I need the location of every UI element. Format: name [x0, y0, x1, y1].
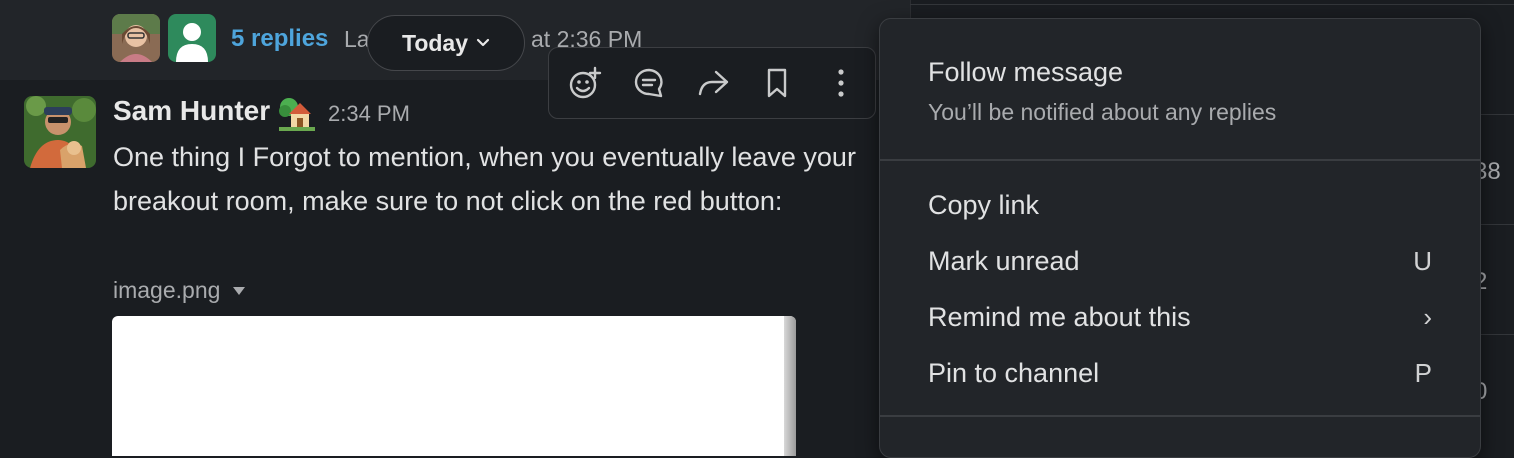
sender-avatar[interactable] [24, 96, 96, 168]
menu-divider [880, 415, 1480, 417]
last-reply-prefix: La [344, 26, 370, 52]
follow-message-title: Follow message [928, 57, 1124, 87]
save-for-later-button[interactable] [759, 65, 795, 101]
menu-divider [880, 159, 1480, 161]
follow-message-description: You’ll be notified about any replies [928, 99, 1277, 125]
reply-avatar-1 [112, 14, 160, 62]
menu-item-shortcut: U [1413, 245, 1432, 276]
more-actions-button[interactable] [823, 65, 859, 101]
menu-item-label: Copy link [928, 189, 1040, 220]
reply-in-thread-button[interactable] [631, 65, 667, 101]
reply-avatar-2 [168, 14, 216, 62]
more-actions-icon [838, 69, 844, 97]
sidebar-divider [910, 4, 1514, 5]
bookmark-icon [767, 68, 787, 98]
menu-item-remind-me[interactable]: Remind me about this › [928, 294, 1432, 340]
attachment-image[interactable] [112, 316, 796, 456]
reply-in-thread-icon [634, 68, 663, 98]
date-divider-label: Today [401, 29, 469, 56]
caret-down-icon [233, 286, 246, 295]
message-context-menu: Follow message You’ll be notified about … [879, 18, 1481, 458]
date-divider-button[interactable]: Today [367, 15, 525, 71]
menu-item-mark-unread[interactable]: Mark unread U [928, 238, 1432, 284]
add-reaction-icon [569, 66, 602, 99]
message-timestamp[interactable]: 2:34 PM [328, 101, 410, 127]
house-with-garden-icon[interactable] [279, 95, 315, 131]
chevron-down-icon [476, 38, 490, 47]
attachment-filename: image.png [113, 277, 221, 303]
menu-item-copy-link[interactable]: Copy link [928, 182, 1432, 228]
menu-item-label: Pin to channel [928, 357, 1100, 388]
image-edge [784, 316, 796, 456]
message-text: One thing I Forgot to mention, when you … [113, 142, 856, 216]
attachment-header[interactable]: image.png [113, 277, 246, 304]
menu-item-shortcut: P [1414, 357, 1432, 388]
menu-item-pin-to-channel[interactable]: Pin to channel P [928, 350, 1432, 396]
sender-name[interactable]: Sam Hunter [113, 95, 270, 127]
share-forward-icon [698, 70, 729, 96]
share-message-button[interactable] [695, 65, 731, 101]
menu-item-label: Mark unread [928, 245, 1080, 276]
menu-item-label: Remind me about this [928, 301, 1191, 332]
add-reaction-button[interactable] [567, 65, 603, 101]
chevron-right-icon: › [1423, 301, 1432, 332]
message-actions-toolbar [548, 47, 876, 119]
replies-link[interactable]: 5 replies [231, 25, 328, 53]
